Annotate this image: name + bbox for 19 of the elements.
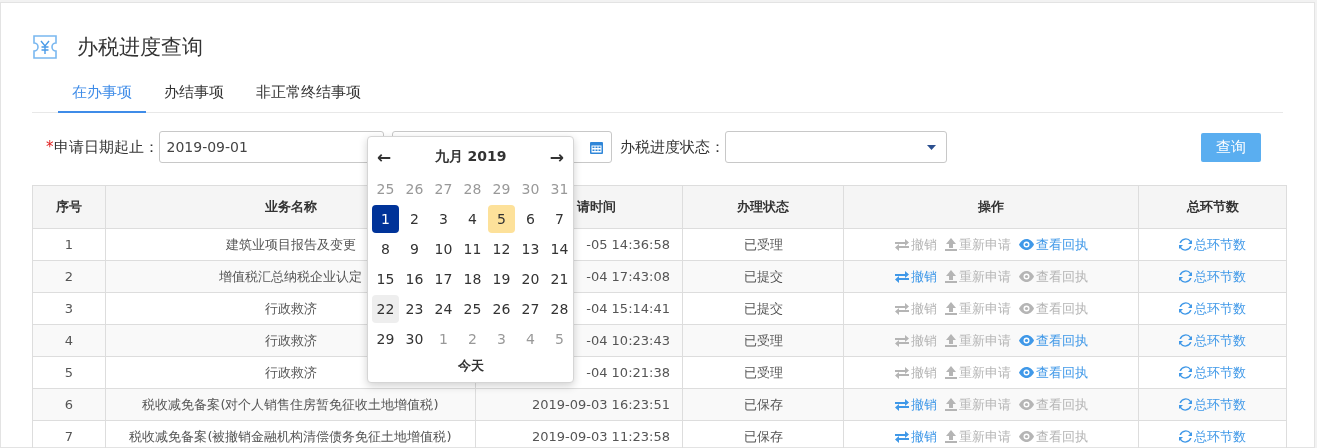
page-title: 办税进度查询: [77, 34, 203, 61]
table-cell: 已保存: [683, 389, 844, 421]
table-cell: 税收减免备案(被撤销金融机构清偿债务免征土地增值税): [106, 421, 476, 448]
column-header: 办理状态: [683, 186, 844, 229]
table-cell: 7: [33, 421, 106, 448]
column-header: 总环节数: [1139, 186, 1287, 229]
table-cell: 已提交: [683, 261, 844, 293]
table-cell: 2019-09-03 11:23:58: [476, 421, 683, 448]
table-cell: 税收减免备案(对个人销售住房暂免征收土地增值税): [106, 389, 476, 421]
date-range-label: *申请日期起止：: [46, 137, 159, 157]
table-cell: 2019-09-03 16:23:51: [476, 389, 683, 421]
status-label: 办税进度状态：: [619, 137, 725, 157]
table-cell: 4: [33, 325, 106, 357]
table-cell: 已受理: [683, 325, 844, 357]
table-cell: 已保存: [683, 421, 844, 448]
column-header: 序号: [33, 186, 106, 229]
table-cell: 2: [33, 261, 106, 293]
column-header: 操作: [844, 186, 1139, 229]
table-cell: 6: [33, 389, 106, 421]
